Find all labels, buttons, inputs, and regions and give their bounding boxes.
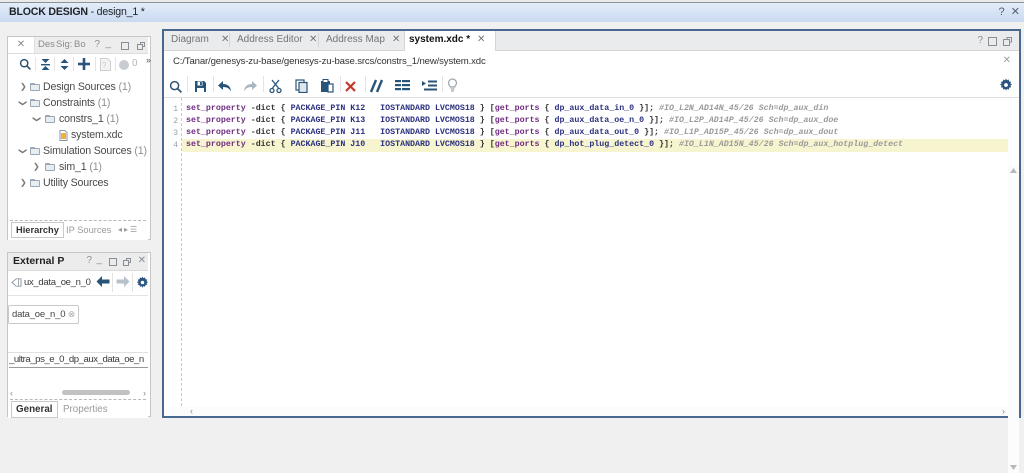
svg-text:?: ?: [102, 61, 107, 70]
